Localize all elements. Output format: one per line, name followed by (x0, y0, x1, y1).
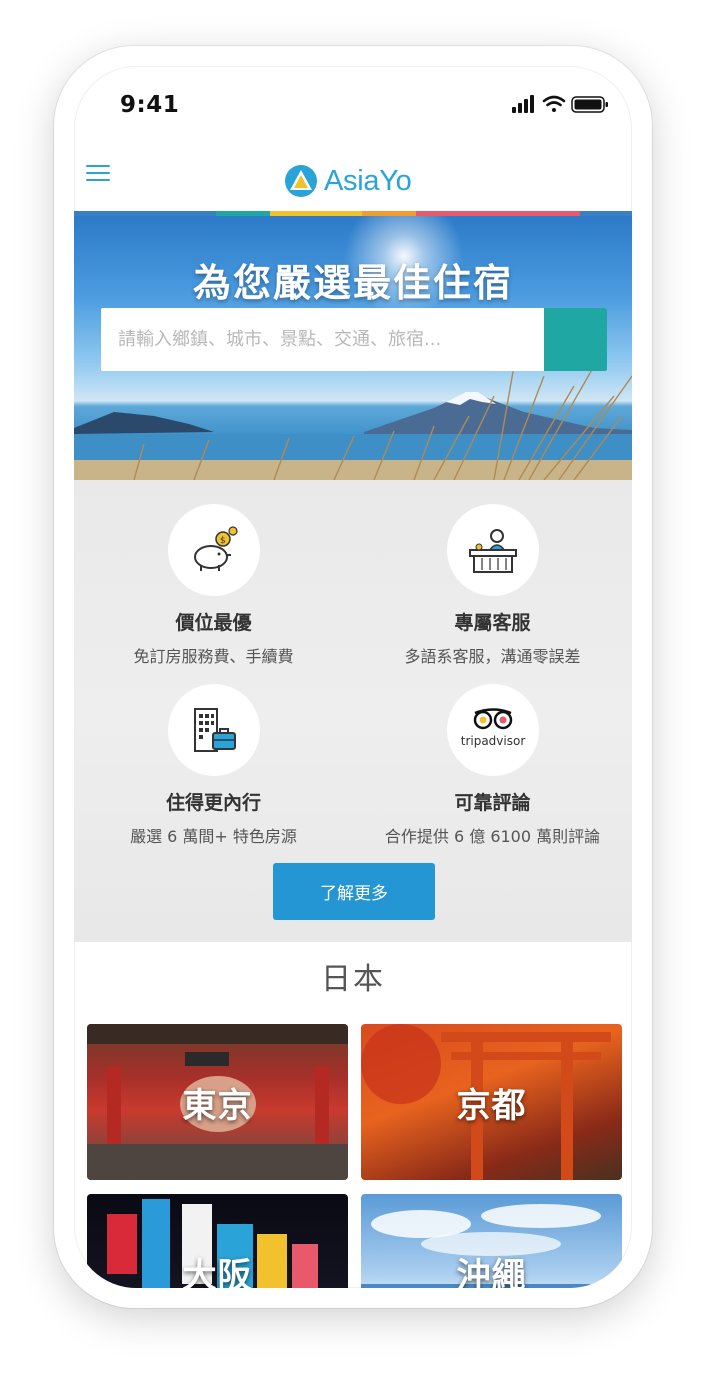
feature-desc: 免訂房服務費、手續費 (133, 647, 294, 666)
hero-title: 為您嚴選最佳住宿 (192, 261, 513, 305)
piggy-bank-icon: $ (193, 526, 238, 571)
destination-label: 沖繩 (456, 1255, 527, 1289)
destination-card-okinawa[interactable]: 沖繩 (361, 1194, 622, 1288)
battery-icon (571, 96, 608, 113)
feature-icon-circle: tripadvisor (446, 684, 539, 776)
status-bar: 9:41 (74, 66, 632, 146)
tripadvisor-logo-text: tripadvisor (460, 734, 525, 748)
destination-label: 東京 (182, 1085, 253, 1126)
feature-title: 專屬客服 (454, 612, 531, 634)
status-icons (512, 93, 612, 115)
feature-title: 價位最優 (175, 612, 252, 634)
feature-desc: 多語系客服，溝通零誤差 (404, 647, 581, 666)
building-suitcase-icon (193, 708, 236, 752)
menu-icon[interactable] (86, 160, 110, 184)
feature-item-service: 專屬客服 多語系客服，溝通零誤差 (353, 504, 632, 667)
search-input[interactable] (101, 308, 541, 371)
phone-frame: 9:41 AsiaYo 為您嚴選最佳住宿 請輸入鄉鎮、城市、景點、交通、旅宿..… (54, 46, 652, 1308)
hero-banner: 為您嚴選最佳住宿 (74, 216, 632, 480)
feature-title: 住得更內行 (165, 792, 261, 814)
section-title-japan: 日本 (321, 962, 385, 997)
destination-card-osaka[interactable]: 大阪 (87, 1194, 348, 1288)
svg-text:$: $ (220, 536, 226, 546)
asiayo-logo-icon (285, 165, 317, 197)
destination-card-tokyo[interactable]: 東京 (87, 1024, 348, 1180)
destination-label: 京都 (456, 1085, 527, 1126)
logo-text: AsiaYo (324, 164, 412, 197)
feature-desc: 合作提供 6 億 6100 萬則評論 (384, 827, 601, 846)
feature-icon-circle (446, 504, 539, 596)
feature-item-reviews: tripadvisor 可靠評論 合作提供 6 億 6100 萬則評論 (353, 684, 632, 847)
features-section: $ 價位最優 免訂房服務費、手續費 專屬客服 多語系客服，溝通零誤差 住得更內行… (74, 480, 632, 942)
feature-title: 可靠評論 (454, 792, 531, 814)
feature-desc: 嚴選 6 萬間+ 特色房源 (130, 827, 297, 846)
destination-label: 大阪 (182, 1255, 253, 1289)
tripadvisor-icon: tripadvisor (460, 708, 525, 748)
destination-card-kyoto[interactable]: 京都 (361, 1024, 622, 1180)
asiayo-logo[interactable]: AsiaYo (284, 164, 412, 198)
search-button[interactable] (544, 308, 607, 371)
learn-more-button[interactable]: 了解更多 (273, 863, 435, 920)
feature-icon-circle: $ (167, 504, 260, 596)
status-time: 9:41 (120, 92, 180, 118)
feature-icon-circle (167, 684, 260, 776)
cellular-signal-icon (512, 95, 534, 113)
app-header: AsiaYo (74, 146, 632, 212)
customer-service-icon (468, 529, 517, 573)
wifi-icon (542, 95, 566, 112)
feature-item-local: 住得更內行 嚴選 6 萬間+ 特色房源 (74, 684, 353, 847)
feature-item-price: $ 價位最優 免訂房服務費、手續費 (74, 504, 353, 667)
app-screen: 9:41 AsiaYo 為您嚴選最佳住宿 請輸入鄉鎮、城市、景點、交通、旅宿..… (74, 66, 632, 1288)
search-box (101, 308, 607, 371)
